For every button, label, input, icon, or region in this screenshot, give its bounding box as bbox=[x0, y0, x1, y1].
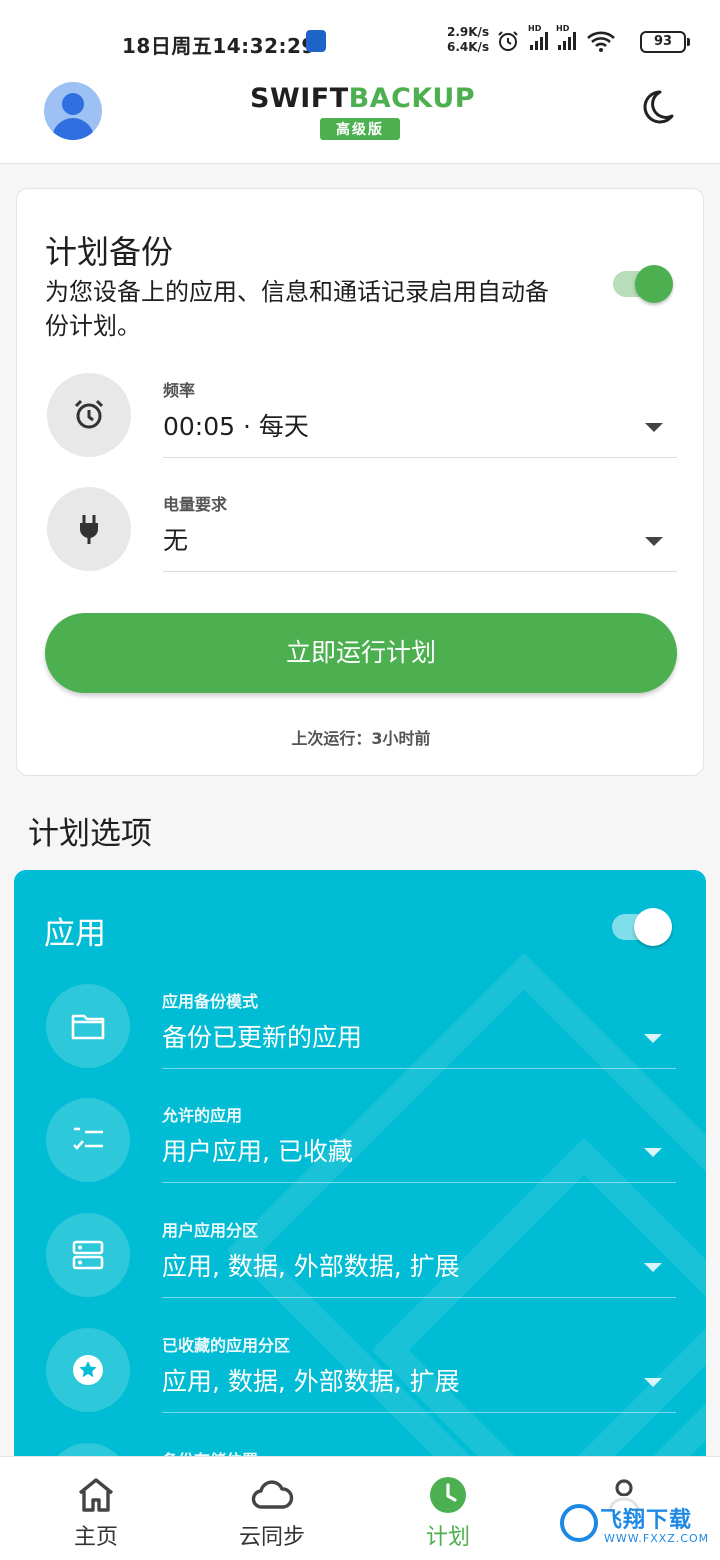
chevron-down-icon[interactable] bbox=[644, 1034, 662, 1043]
premium-badge: 高级版 bbox=[320, 118, 400, 140]
plug-icon bbox=[80, 515, 98, 544]
home-icon bbox=[78, 1478, 114, 1512]
apps-card: 应用 应用备份模式 备份已更新的应用 允许的应用 用户应用, 已收藏 用户应用分… bbox=[14, 870, 706, 1470]
backup-mode-label: 应用备份模式 bbox=[162, 992, 259, 1011]
chevron-down-icon[interactable] bbox=[644, 1263, 662, 1272]
favorite-app-parts-value: 应用, 数据, 外部数据, 扩展 bbox=[162, 1367, 460, 1396]
backup-mode-icon-circle bbox=[46, 984, 130, 1068]
nav-home[interactable]: 主页 bbox=[26, 1457, 166, 1560]
allowed-apps-label: 允许的应用 bbox=[162, 1106, 243, 1125]
backup-mode-row[interactable]: 应用备份模式 备份已更新的应用 bbox=[44, 984, 676, 1069]
nav-cloud[interactable]: 云同步 bbox=[202, 1457, 342, 1560]
divider bbox=[162, 1297, 676, 1298]
backup-mode-value: 备份已更新的应用 bbox=[162, 1023, 363, 1052]
avatar[interactable] bbox=[44, 82, 102, 140]
section-title: 计划选项 bbox=[28, 816, 152, 852]
allowed-apps-icon-circle bbox=[46, 1098, 130, 1182]
apps-title: 应用 bbox=[44, 916, 106, 952]
hd-badge-2: HD bbox=[556, 24, 570, 33]
nav-home-label: 主页 bbox=[73, 1525, 118, 1550]
alarm-clock-icon bbox=[74, 399, 104, 429]
wifi-icon bbox=[587, 31, 615, 52]
notification-app-icon bbox=[306, 30, 326, 52]
battery-indicator: 93 bbox=[640, 31, 690, 53]
checklist-icon bbox=[73, 1127, 103, 1150]
chevron-down-icon[interactable] bbox=[645, 537, 663, 546]
user-app-parts-label: 用户应用分区 bbox=[162, 1221, 259, 1240]
apps-toggle[interactable] bbox=[612, 908, 672, 946]
favorite-app-parts-row[interactable]: 已收藏的应用分区 应用, 数据, 外部数据, 扩展 bbox=[44, 1328, 676, 1413]
divider bbox=[162, 1068, 676, 1069]
schedule-description: 为您设备上的应用、信息和通话记录启用自动备份计划。 bbox=[45, 278, 549, 340]
star-icon bbox=[73, 1355, 103, 1385]
frequency-icon-circle bbox=[47, 373, 131, 457]
chevron-down-icon[interactable] bbox=[644, 1378, 662, 1387]
status-icons: HD HD bbox=[496, 24, 616, 54]
hd-badge: HD bbox=[528, 24, 542, 33]
schedule-card: 计划备份 为您设备上的应用、信息和通话记录启用自动备份计划。 频率 00:05 … bbox=[16, 188, 704, 776]
clock-icon bbox=[430, 1477, 466, 1513]
user-app-parts-row[interactable]: 用户应用分区 应用, 数据, 外部数据, 扩展 bbox=[44, 1213, 676, 1298]
watermark-logo-icon bbox=[560, 1504, 598, 1542]
schedule-title: 计划备份 bbox=[45, 233, 174, 271]
storage-icon bbox=[72, 1240, 104, 1270]
nav-cloud-label: 云同步 bbox=[238, 1525, 305, 1550]
nav-schedule-label: 计划 bbox=[425, 1525, 470, 1550]
power-icon-circle bbox=[47, 487, 131, 571]
chevron-down-icon[interactable] bbox=[645, 423, 663, 432]
chevron-down-icon[interactable] bbox=[644, 1148, 662, 1157]
cloud-icon bbox=[251, 1480, 294, 1509]
favorite-app-parts-label: 已收藏的应用分区 bbox=[162, 1336, 291, 1355]
screen: 18日周五14:32:29 2.9K/s 6.4K/s HD HD 93 SWI… bbox=[0, 0, 720, 1560]
nav-schedule[interactable]: 计划 bbox=[378, 1457, 518, 1560]
logo-swift: SWIFT bbox=[250, 83, 349, 114]
status-time: 18日周五14:32:29 bbox=[122, 34, 316, 58]
user-app-parts-value: 应用, 数据, 外部数据, 扩展 bbox=[162, 1252, 460, 1281]
logo-backup: BACKUP bbox=[348, 83, 476, 114]
signal-icon: HD bbox=[528, 24, 548, 50]
watermark-text: 飞翔下载 bbox=[600, 1508, 693, 1533]
speed-down: 6.4K/s bbox=[447, 40, 490, 54]
frequency-value: 00:05 · 每天 bbox=[163, 412, 309, 441]
power-row[interactable]: 电量要求 无 bbox=[45, 487, 677, 572]
divider bbox=[163, 457, 677, 458]
alarm-icon bbox=[498, 31, 518, 51]
network-speed: 2.9K/s 6.4K/s bbox=[447, 25, 489, 55]
power-label: 电量要求 bbox=[163, 495, 228, 514]
user-app-parts-icon-circle bbox=[46, 1213, 130, 1297]
divider bbox=[163, 571, 677, 572]
allowed-apps-row[interactable]: 允许的应用 用户应用, 已收藏 bbox=[44, 1098, 676, 1183]
app-logo: SWIFTBACKUP 高级版 bbox=[250, 82, 475, 140]
folder-icon bbox=[71, 1014, 105, 1040]
frequency-row[interactable]: 频率 00:05 · 每天 bbox=[45, 373, 677, 458]
schedule-toggle[interactable] bbox=[613, 265, 673, 303]
status-bar: 18日周五14:32:29 2.9K/s 6.4K/s HD HD 93 bbox=[0, 0, 720, 78]
favorite-app-parts-icon-circle bbox=[46, 1328, 130, 1412]
run-schedule-button[interactable]: 立即运行计划 bbox=[45, 613, 677, 693]
last-run-text: 上次运行：3小时前 bbox=[291, 729, 431, 748]
speed-up: 2.9K/s bbox=[447, 25, 490, 39]
divider bbox=[162, 1412, 676, 1413]
dark-mode-icon[interactable] bbox=[636, 88, 676, 128]
app-bar: SWIFTBACKUP 高级版 bbox=[0, 78, 720, 164]
watermark: 飞翔下载 WWW.FXXZ.COM bbox=[556, 1496, 712, 1554]
allowed-apps-value: 用户应用, 已收藏 bbox=[162, 1137, 353, 1166]
divider bbox=[162, 1182, 676, 1183]
watermark-url: WWW.FXXZ.COM bbox=[604, 1532, 710, 1545]
frequency-label: 频率 bbox=[163, 381, 196, 400]
signal-icon-2: HD bbox=[556, 24, 576, 50]
power-value: 无 bbox=[163, 526, 189, 555]
